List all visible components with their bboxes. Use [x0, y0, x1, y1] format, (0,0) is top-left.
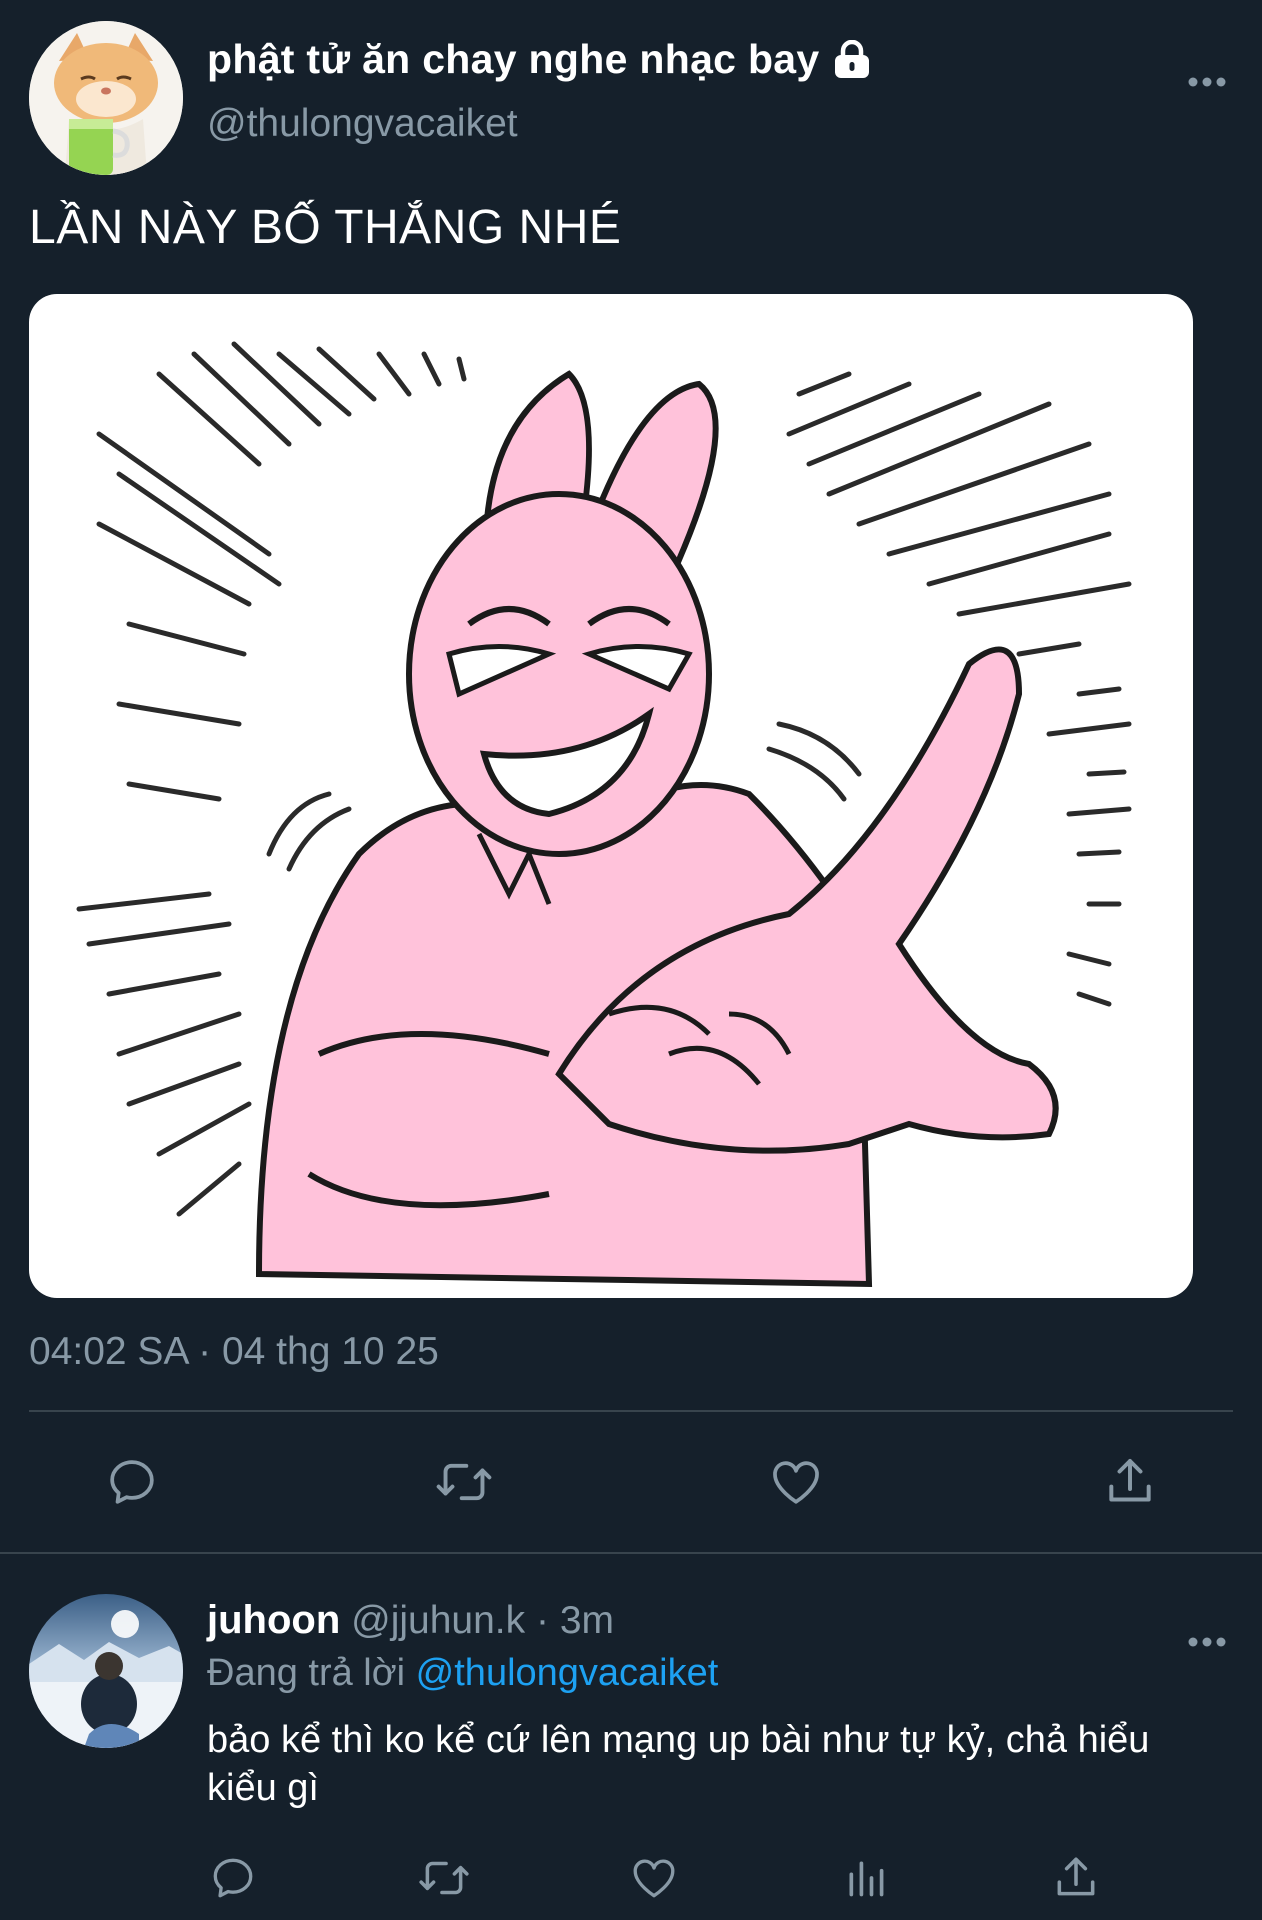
- reply-share-button[interactable]: [1046, 1848, 1106, 1908]
- retweet-icon: [419, 1861, 469, 1895]
- header-separator: ·: [535, 1599, 549, 1642]
- tweet-text: LẦN NÀY BỐ THẮNG NHÉ: [29, 201, 622, 254]
- author-handle[interactable]: @thulongvacaiket: [207, 102, 518, 146]
- section-divider: [0, 1552, 1262, 1554]
- author-avatar[interactable]: [29, 21, 183, 175]
- reply-author-handle[interactable]: @jjuhun.k: [351, 1599, 525, 1642]
- like-icon: [773, 1461, 819, 1504]
- reply-author-name[interactable]: juhoon: [207, 1598, 340, 1642]
- divider: [29, 1410, 1233, 1412]
- more-icon: [1188, 77, 1226, 87]
- more-options-button[interactable]: [1177, 52, 1237, 112]
- reply-icon: [110, 1460, 154, 1504]
- display-name-text: phật tử ăn chay nghe nhạc bay: [207, 36, 820, 82]
- analytics-icon: [849, 1861, 884, 1897]
- reply-text: bảo kể thì ko kể cứ lên mạng up bài như …: [207, 1719, 1150, 1809]
- reply-icon: [213, 1858, 253, 1898]
- reply-like-button[interactable]: [624, 1848, 684, 1908]
- retweet-icon: [436, 1463, 492, 1501]
- retweet-button[interactable]: [434, 1452, 494, 1512]
- tweet-media-image[interactable]: [29, 294, 1193, 1298]
- reply-retweet-button[interactable]: [414, 1848, 474, 1908]
- reply-more-options-button[interactable]: [1177, 1612, 1237, 1672]
- author-display-name[interactable]: phật tử ăn chay nghe nhạc bay: [207, 36, 872, 83]
- reply-author-avatar[interactable]: [29, 1594, 183, 1748]
- share-icon: [1057, 1857, 1095, 1896]
- more-icon: [1188, 1637, 1226, 1647]
- replying-to-mention[interactable]: @thulongvacaiket: [416, 1652, 719, 1694]
- replying-to-line: Đang trả lời @thulongvacaiket: [207, 1652, 718, 1695]
- like-button[interactable]: [766, 1452, 826, 1512]
- reply-reply-button[interactable]: [203, 1848, 263, 1908]
- like-icon: [633, 1859, 675, 1898]
- reply-button[interactable]: [102, 1452, 162, 1512]
- replying-to-label: Đang trả lời: [207, 1652, 406, 1694]
- lock-icon: [834, 39, 869, 78]
- pink-rabbit-sticker: [76, 341, 1132, 1288]
- reply-header: juhoon @jjuhun.k · 3m: [207, 1598, 614, 1643]
- tweet-timestamp[interactable]: 04:02 SA · 04 thg 10 25: [29, 1330, 439, 1374]
- reply-analytics-button[interactable]: [836, 1848, 896, 1908]
- share-button[interactable]: [1100, 1452, 1160, 1512]
- reply-time[interactable]: 3m: [560, 1599, 614, 1642]
- cat-avatar-image: [29, 21, 183, 175]
- snow-avatar-image: [29, 1594, 183, 1748]
- share-icon: [1109, 1459, 1151, 1502]
